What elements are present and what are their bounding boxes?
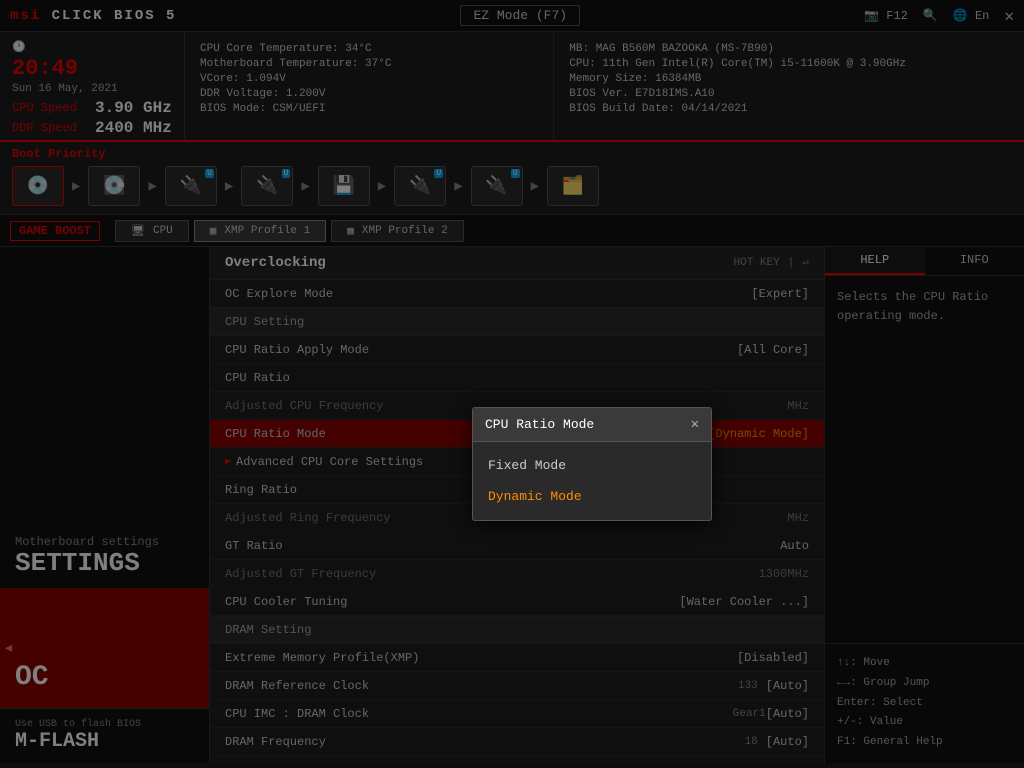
- modal-body: Fixed Mode Dynamic Mode: [473, 442, 711, 520]
- modal-overlay: CPU Ratio Mode ✕ Fixed Mode Dynamic Mode: [0, 0, 1024, 768]
- modal-option-fixed[interactable]: Fixed Mode: [473, 450, 711, 481]
- modal-option-dynamic[interactable]: Dynamic Mode: [473, 481, 711, 512]
- modal-close-button[interactable]: ✕: [691, 416, 699, 433]
- modal-header: CPU Ratio Mode ✕: [473, 408, 711, 442]
- modal-title: CPU Ratio Mode: [485, 417, 594, 432]
- cpu-ratio-mode-modal: CPU Ratio Mode ✕ Fixed Mode Dynamic Mode: [472, 407, 712, 521]
